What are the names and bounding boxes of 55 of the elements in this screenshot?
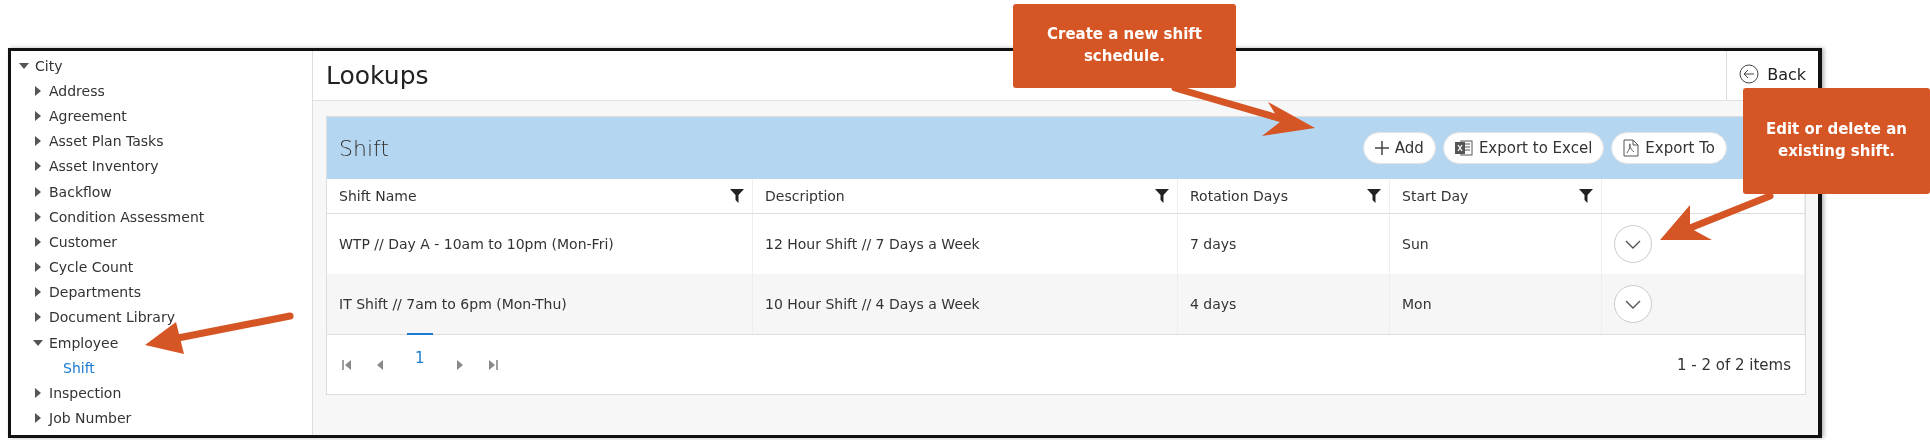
page-number[interactable]: 1	[407, 332, 433, 381]
caret-down-icon[interactable]	[33, 337, 43, 348]
next-page-button[interactable]	[454, 358, 465, 371]
tree-item[interactable]: Customer	[49, 233, 117, 250]
tree-item[interactable]: Shift	[63, 359, 95, 376]
tree-item[interactable]: Inspection	[49, 385, 122, 402]
table-cell: 4 days	[1178, 274, 1390, 334]
pager-summary: 1 - 2 of 2 items	[1676, 355, 1791, 374]
table-cell: IT Shift // 7am to 6pm (Mon-Thu)	[327, 274, 753, 334]
chevron-down-icon	[1625, 239, 1641, 249]
last-page-button[interactable]	[486, 358, 499, 371]
caret-right-icon[interactable]	[33, 388, 43, 399]
tree-item[interactable]: City	[35, 57, 63, 74]
caret-right-icon[interactable]	[33, 413, 43, 424]
document-icon	[1623, 139, 1640, 157]
callout: Create a new shift schedule.	[1013, 4, 1236, 88]
tree-item[interactable]: Backflow	[49, 183, 112, 200]
table-cell: Mon	[1390, 274, 1602, 334]
tree-item[interactable]: Condition Assessment	[49, 208, 205, 225]
chevron-down-icon	[1625, 299, 1641, 309]
filter-icon[interactable]	[1155, 189, 1169, 203]
filter-icon[interactable]	[730, 189, 744, 203]
tree-item[interactable]: Address	[49, 82, 105, 99]
caret-right-icon[interactable]	[33, 312, 43, 323]
caret-right-icon[interactable]	[33, 186, 43, 197]
tree-item[interactable]: Asset Inventory	[49, 158, 159, 175]
caret-right-icon[interactable]	[33, 161, 43, 172]
spreadsheet-icon	[1454, 139, 1473, 157]
add-button[interactable]: Add	[1362, 132, 1436, 164]
tree-item[interactable]: Job Number	[49, 410, 132, 427]
table-cell: 10 Hour Shift // 4 Days a Week	[753, 274, 1178, 334]
tree-item[interactable]: Asset Plan Tasks	[49, 133, 164, 150]
tree-item[interactable]: Agreement	[49, 107, 127, 124]
tree-item[interactable]: Employee	[49, 334, 119, 351]
callout: Edit or delete an existing shift.	[1743, 88, 1930, 194]
caret-right-icon[interactable]	[33, 85, 43, 96]
caret-right-icon[interactable]	[33, 287, 43, 298]
caret-right-icon[interactable]	[33, 110, 43, 121]
tree-item[interactable]: Cycle Count	[49, 259, 134, 276]
tree-item[interactable]: Departments	[49, 284, 141, 301]
first-page-button[interactable]	[341, 358, 353, 371]
caret-down-icon[interactable]	[19, 60, 29, 71]
export-button[interactable]: Export To	[1611, 132, 1727, 164]
tree-item[interactable]: Document Library	[49, 309, 175, 326]
plus-icon	[1374, 141, 1389, 155]
previous-page-button[interactable]	[375, 358, 385, 371]
caret-right-icon[interactable]	[33, 236, 43, 247]
grid-title: Shift	[339, 135, 389, 161]
caret-right-icon[interactable]	[33, 262, 43, 273]
filter-icon[interactable]	[1367, 189, 1381, 203]
filter-icon[interactable]	[1579, 189, 1593, 203]
caret-right-icon[interactable]	[33, 136, 43, 147]
export-button[interactable]: Export to Excel	[1442, 132, 1605, 164]
caret-right-icon[interactable]	[33, 211, 43, 222]
page-title: Lookups	[326, 61, 429, 90]
